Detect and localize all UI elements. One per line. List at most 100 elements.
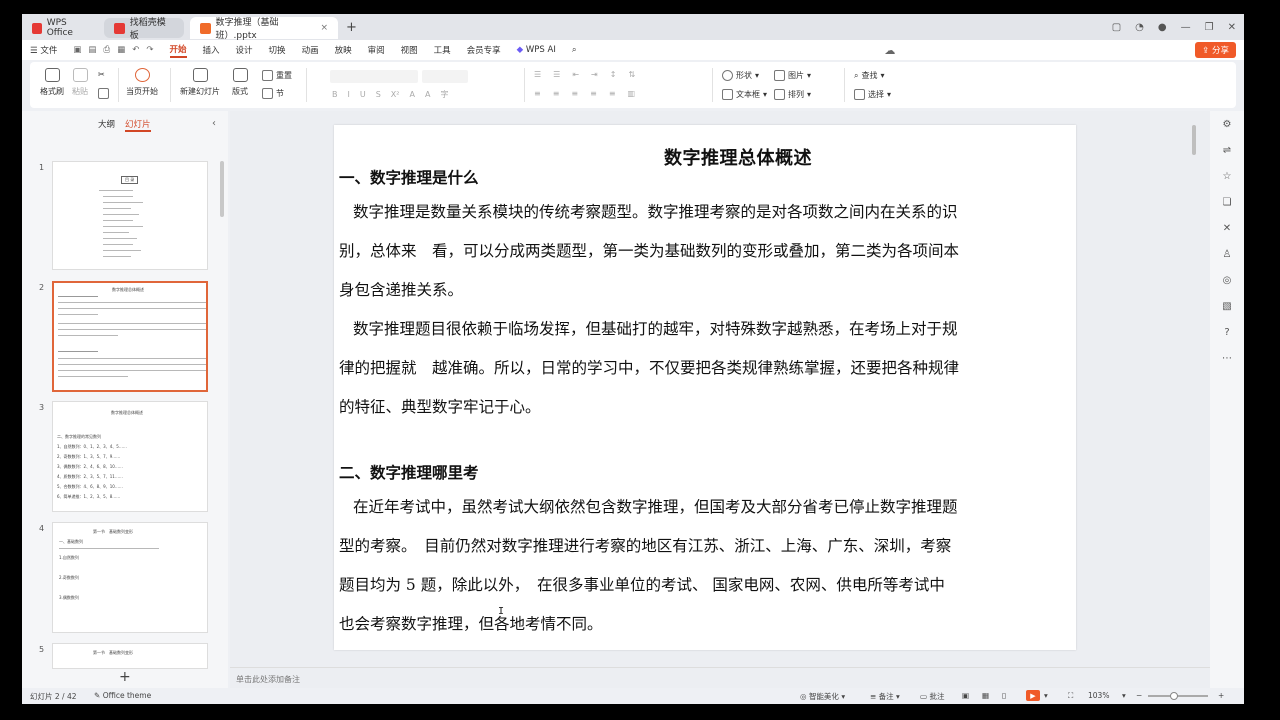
share-button[interactable]: ⇪ 分享 bbox=[1195, 42, 1236, 58]
zoom-out-icon[interactable]: − bbox=[1136, 691, 1142, 700]
shape-button[interactable]: 形状 ▾ bbox=[722, 70, 759, 81]
align-right-icon[interactable]: ≡ bbox=[571, 89, 578, 98]
section-button[interactable]: 节 bbox=[262, 88, 284, 99]
shirt-icon[interactable]: ♙ bbox=[1220, 247, 1234, 261]
tab-outline[interactable]: 大纲 bbox=[98, 118, 115, 132]
notes-toggle[interactable]: ≡ 备注 ▾ bbox=[870, 691, 900, 702]
menu-membership[interactable]: 会员专享 bbox=[467, 44, 501, 56]
superscript-icon[interactable]: X² bbox=[391, 90, 400, 99]
copy-style-icon[interactable]: ❏ bbox=[1220, 195, 1234, 209]
menu-home[interactable]: 开始 bbox=[169, 43, 187, 58]
strikethrough-icon[interactable]: S bbox=[376, 90, 381, 99]
slide-heading-1[interactable]: 一、数字推理是什么 bbox=[339, 166, 479, 188]
slide-paragraph-3[interactable]: 在近年考试中，虽然考试大纲依然包含数字推理，但国考及大部分省考已停止数字推理题 … bbox=[339, 488, 1061, 644]
slide-paragraph-1[interactable]: 数字推理是数量关系模块的传统考察题型。数字推理考察的是对各项数之间内在关系的识 … bbox=[339, 193, 1061, 310]
theme-indicator[interactable]: ✎ Office theme bbox=[94, 691, 151, 700]
menu-view[interactable]: 视图 bbox=[401, 44, 418, 56]
select-button[interactable]: 选择 ▾ bbox=[854, 89, 891, 100]
adjust-icon[interactable]: ⇌ bbox=[1220, 143, 1234, 157]
current-slide[interactable]: 数字推理总体概述 一、数字推理是什么 数字推理是数量关系模块的传统考察题型。数字… bbox=[334, 125, 1076, 650]
normal-view-icon[interactable]: ▣ bbox=[962, 691, 969, 700]
tools-icon[interactable]: ✕ bbox=[1220, 221, 1234, 235]
textbox-button[interactable]: 文本框 ▾ bbox=[722, 89, 767, 100]
italic-icon[interactable]: I bbox=[348, 90, 350, 99]
window-layout-icon[interactable]: ▢ bbox=[1112, 22, 1121, 33]
cut-icon[interactable]: ✂ bbox=[98, 70, 105, 79]
beautify-button[interactable]: ◎ 智能美化 ▾ bbox=[800, 691, 845, 702]
image-panel-icon[interactable]: ▧ bbox=[1220, 299, 1234, 313]
close-window-icon[interactable]: ✕ bbox=[1228, 22, 1236, 33]
align-center-icon[interactable]: ≡ bbox=[553, 89, 560, 98]
slide-thumbnail-1[interactable]: 目 录 bbox=[52, 161, 208, 270]
menu-tools[interactable]: 工具 bbox=[434, 44, 451, 56]
minimize-icon[interactable]: — bbox=[1181, 22, 1191, 33]
image-button[interactable]: 图片 ▾ bbox=[774, 70, 811, 81]
find-button[interactable]: ⌕ 查找 ▾ bbox=[854, 70, 885, 81]
bold-icon[interactable]: B bbox=[332, 90, 338, 99]
zoom-options-icon[interactable]: ▾ bbox=[1122, 691, 1126, 700]
cloud-sync-icon[interactable]: ☁ bbox=[884, 44, 895, 57]
more-icon[interactable]: ⋯ bbox=[1220, 351, 1234, 365]
font-color-icon[interactable]: A bbox=[409, 90, 414, 99]
slide-paragraph-2[interactable]: 数字推理题目很依赖于临场发挥，但基础打的越牢，对特殊数字越熟悉，在考场上对于规 … bbox=[339, 310, 1061, 427]
tab-slides[interactable]: 幻灯片 bbox=[125, 118, 151, 132]
preview-icon[interactable]: ▦ bbox=[117, 45, 125, 55]
avatar[interactable]: ● bbox=[1158, 22, 1167, 33]
bullet-list-icon[interactable]: ☰ bbox=[534, 70, 541, 79]
tab-wps-home[interactable]: WPS Office bbox=[22, 17, 100, 39]
menu-design[interactable]: 设计 bbox=[236, 44, 253, 56]
help-icon[interactable]: ? bbox=[1220, 325, 1234, 339]
tab-close-icon[interactable]: × bbox=[320, 23, 328, 33]
tab-document[interactable]: 数字推理（基础班）.pptx × bbox=[190, 17, 338, 41]
zoom-in-icon[interactable]: + bbox=[1218, 691, 1224, 700]
add-slide-button[interactable]: + bbox=[119, 669, 131, 685]
slide-thumbnail-4[interactable]: 第一节 基础数列变形 一、基础数列 1.自然数列 2.奇数数列 3.偶数数列 bbox=[52, 522, 208, 633]
zoom-slider[interactable] bbox=[1148, 695, 1208, 697]
sorter-view-icon[interactable]: ▦ bbox=[982, 691, 989, 700]
distribute-icon[interactable]: ≡ bbox=[609, 89, 616, 98]
menu-slideshow[interactable]: 放映 bbox=[335, 44, 352, 56]
save-icon[interactable]: ▣ bbox=[73, 45, 81, 55]
reading-view-icon[interactable]: ▯ bbox=[1002, 691, 1006, 700]
char-spacing-icon[interactable]: 字 bbox=[440, 89, 448, 100]
play-options-icon[interactable]: ▾ bbox=[1044, 691, 1048, 700]
tab-templates[interactable]: 找稻壳模板 bbox=[104, 18, 184, 41]
restore-icon[interactable]: ❐ bbox=[1205, 22, 1214, 33]
font-size-select[interactable] bbox=[422, 70, 468, 83]
line-spacing-icon[interactable]: ↕ bbox=[610, 70, 617, 79]
play-from-current-button[interactable]: 当页开始 bbox=[126, 68, 158, 97]
fit-window-icon[interactable]: ⛶ bbox=[1068, 691, 1073, 701]
slideshow-play-button[interactable]: ▶ bbox=[1026, 690, 1040, 701]
columns-icon[interactable]: ▥ bbox=[628, 89, 636, 98]
format-painter-button[interactable]: 格式刷 bbox=[40, 68, 64, 97]
align-left-icon[interactable]: ≡ bbox=[534, 89, 541, 98]
comments-toggle[interactable]: ▭ 批注 bbox=[920, 691, 944, 702]
property-icon[interactable]: ⚙ bbox=[1220, 117, 1234, 131]
copy-icon[interactable] bbox=[98, 88, 109, 99]
print-icon[interactable]: ⎙ bbox=[103, 45, 110, 55]
slide-thumbnail-5[interactable]: 第一节 基础数列变形 bbox=[52, 643, 208, 669]
palette-icon[interactable]: ◎ bbox=[1220, 273, 1234, 287]
slide-thumbnail-2[interactable]: 数字推理总体概述 bbox=[52, 281, 208, 392]
new-slide-button[interactable]: 新建幻灯片 bbox=[180, 68, 220, 97]
paste-button[interactable]: 粘贴 bbox=[72, 68, 88, 97]
text-direction-icon[interactable]: ⇅ bbox=[628, 70, 635, 79]
menu-file[interactable]: ☰ 文件 bbox=[30, 44, 57, 56]
decrease-indent-icon[interactable]: ⇤ bbox=[572, 70, 579, 79]
reset-button[interactable]: 重置 bbox=[262, 70, 292, 81]
collapse-panel-icon[interactable]: ‹ bbox=[212, 118, 216, 129]
highlight-icon[interactable]: A bbox=[425, 90, 430, 99]
canvas-scrollbar[interactable] bbox=[1192, 125, 1196, 155]
menu-transitions[interactable]: 切换 bbox=[269, 44, 286, 56]
increase-indent-icon[interactable]: ⇥ bbox=[591, 70, 598, 79]
slide-heading-2[interactable]: 二、数字推理哪里考 bbox=[339, 461, 479, 483]
menu-insert[interactable]: 插入 bbox=[203, 44, 220, 56]
font-family-select[interactable] bbox=[330, 70, 418, 83]
menu-review[interactable]: 审阅 bbox=[368, 44, 385, 56]
star-icon[interactable]: ☆ bbox=[1220, 169, 1234, 183]
redo-icon[interactable]: ↷ bbox=[146, 45, 153, 55]
underline-icon[interactable]: U bbox=[360, 90, 366, 99]
menu-animations[interactable]: 动画 bbox=[302, 44, 319, 56]
menu-wps-ai[interactable]: ◆ WPS AI bbox=[517, 45, 556, 55]
zoom-slider-handle[interactable] bbox=[1170, 692, 1178, 700]
